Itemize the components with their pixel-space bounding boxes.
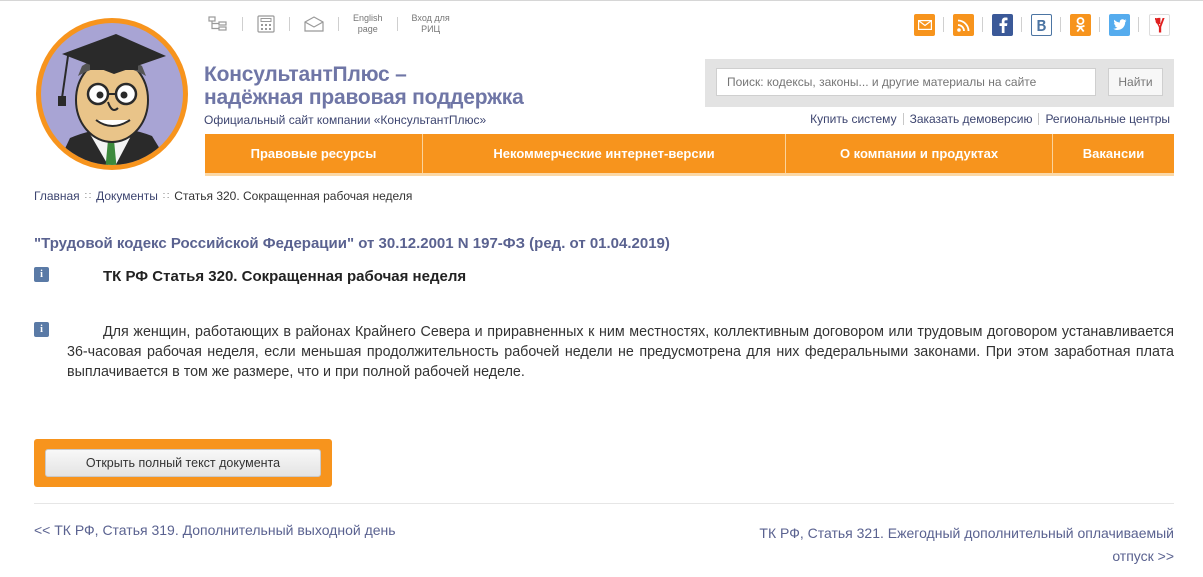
logo-mascot[interactable]: [34, 16, 190, 172]
brand-name[interactable]: КонсультантПлюс – надёжная правовая подд…: [204, 63, 524, 109]
breadcrumb: Главная ∷ Документы ∷ Статья 320. Сокращ…: [34, 189, 412, 203]
mail-icon: [917, 20, 932, 30]
top-links: English page Вход для РИЦ: [208, 11, 450, 37]
info-icon[interactable]: i: [34, 322, 49, 337]
social-mail-button[interactable]: [914, 14, 935, 36]
divider: [396, 17, 398, 31]
breadcrumb-documents[interactable]: Документы: [96, 189, 158, 203]
top-border: [0, 0, 1203, 1]
ric-line-2: РИЦ: [421, 24, 441, 34]
breadcrumb-separator: ∷: [84, 190, 92, 202]
calculator-link[interactable]: [257, 15, 275, 33]
rss-icon: [957, 19, 970, 32]
brand-line-1: КонсультантПлюс –: [204, 63, 407, 86]
divider: [34, 503, 1174, 504]
order-demo-link[interactable]: Заказать демоверсию: [910, 112, 1033, 126]
nav-about-company[interactable]: О компании и продуктах: [785, 134, 1052, 173]
divider: [1038, 113, 1040, 125]
divider: [1021, 17, 1022, 32]
article-title: ТК РФ Статья 320. Сокращенная рабочая не…: [103, 268, 467, 285]
document-title[interactable]: "Трудовой кодекс Российской Федерации" о…: [34, 235, 670, 252]
header-sublinks: Купить систему Заказать демоверсию Регио…: [810, 112, 1170, 126]
social-yandex-button[interactable]: [1149, 14, 1170, 36]
divider: [289, 17, 290, 31]
search-button[interactable]: Найти: [1108, 68, 1163, 96]
vkontakte-icon: [1037, 19, 1046, 31]
yandex-icon: [1154, 17, 1165, 33]
twitter-icon: [1112, 19, 1126, 30]
ric-line-1: Вход для: [411, 13, 450, 23]
social-facebook-button[interactable]: [992, 14, 1013, 36]
site-subtitle: Официальный сайт компании «КонсультантПл…: [204, 113, 487, 127]
mail-link[interactable]: [304, 16, 324, 32]
breadcrumb-home[interactable]: Главная: [34, 189, 80, 203]
breadcrumb-separator: ∷: [162, 190, 170, 202]
nav-noncommercial-versions[interactable]: Некоммерческие интернет-версии: [422, 134, 785, 173]
search-input[interactable]: [716, 68, 1096, 96]
divider: [242, 17, 243, 31]
breadcrumb-current: Статья 320. Сокращенная рабочая неделя: [174, 189, 413, 203]
social-twitter-button[interactable]: [1109, 14, 1130, 36]
info-icon[interactable]: i: [34, 267, 49, 282]
regional-centers-link[interactable]: Региональные центры: [1045, 112, 1170, 126]
next-article-link[interactable]: ТК РФ, Статья 321. Ежегодный дополнитель…: [734, 522, 1174, 568]
sitemap-icon: [208, 16, 227, 31]
divider: [982, 17, 983, 32]
english-line-2: page: [357, 24, 378, 34]
calculator-icon: [257, 15, 275, 33]
prev-article-link[interactable]: << ТК РФ, Статья 319. Дополнительный вых…: [34, 522, 396, 538]
english-line-1: English: [353, 13, 383, 23]
divider: [902, 113, 904, 125]
divider: [1060, 17, 1061, 32]
divider: [1099, 17, 1100, 32]
divider: [1138, 17, 1139, 32]
brand-line-2: надёжная правовая поддержка: [204, 86, 524, 109]
divider: [943, 17, 944, 32]
nav-vacancies[interactable]: Вакансии: [1052, 134, 1174, 173]
nav-shadow: [205, 173, 1174, 176]
ric-login-link[interactable]: Вход для РИЦ: [412, 13, 450, 35]
english-page-link[interactable]: English page: [353, 13, 383, 35]
open-full-text-button[interactable]: Открыть полный текст документа: [45, 449, 321, 477]
sitemap-link[interactable]: [208, 16, 228, 32]
envelope-icon: [304, 16, 324, 32]
social-rss-button[interactable]: [953, 14, 974, 36]
main-nav: Правовые ресурсы Некоммерческие интернет…: [205, 134, 1174, 173]
buy-system-link[interactable]: Купить систему: [810, 112, 896, 126]
article-text: Для женщин, работающих в районах Крайнег…: [67, 324, 1174, 380]
divider: [338, 17, 339, 31]
nav-legal-resources[interactable]: Правовые ресурсы: [205, 134, 422, 173]
facebook-icon: [999, 17, 1007, 33]
social-vk-button[interactable]: [1031, 14, 1052, 36]
social-ok-button[interactable]: [1070, 14, 1091, 36]
odnoklassniki-icon: [1076, 17, 1085, 33]
